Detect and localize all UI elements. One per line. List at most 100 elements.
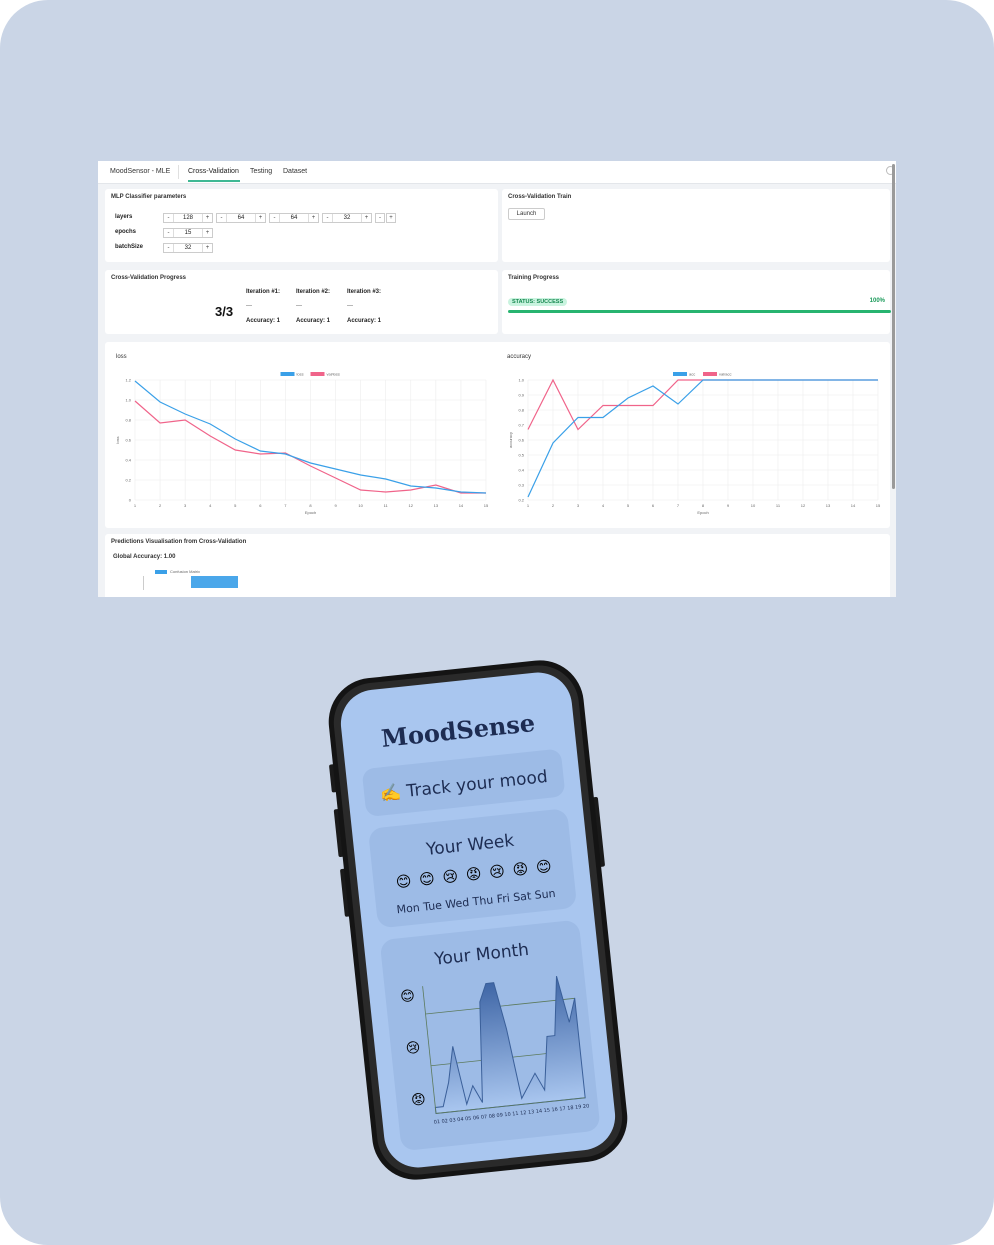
batchsize-label: batchSize [115,244,144,250]
x-tick-label: 1 [134,503,137,508]
month-x-label: 18 [567,1105,574,1112]
stepper-value[interactable]: 64 [227,214,255,222]
month-x-label: 17 [559,1106,566,1113]
charts-panel: loss 1 2 3 4 5 6 7 8 9 10 11 12 13 14 15 0 0.2 0.4 0.6 0.8 1… [105,342,890,528]
phone-mockup: MoodSense ✍️ Track your mood Your Week 😊… [328,660,628,1180]
week-emoji: 😊 [395,872,412,892]
y-tick-label: 0.3 [518,483,524,488]
x-tick-label: 10 [358,503,363,508]
iteration-1-label: Iteration #1: [246,289,281,295]
panel-title: Predictions Visualisation from Cross-Val… [111,539,247,545]
iteration-count: 3/3 [215,304,234,319]
x-tick-label: 3 [184,503,187,508]
stepper-value[interactable]: 15 [174,229,202,237]
y-tick-label: 1.0 [125,398,131,403]
y-axis-label: accuracy [508,432,513,448]
progress-bar-fill [508,310,891,313]
y-tick-label: 0.9 [518,393,524,398]
stepper-value[interactable]: 128 [174,214,202,222]
panel-title: Cross-Validation Train [508,194,572,200]
loss-chart-title: loss [116,354,127,360]
increment-button[interactable]: + [308,214,318,222]
decrement-button[interactable]: - [270,214,280,222]
increment-button[interactable]: + [255,214,265,222]
iteration-2-label: Iteration #2: [296,289,331,295]
batchsize-stepper[interactable]: - 32 + [163,243,213,253]
launch-button[interactable]: Launch [508,208,545,220]
month-x-label: 01 [433,1119,440,1126]
x-tick-label: 1 [527,503,530,508]
month-y-emoji: 😊 [400,988,416,1005]
accuracy-chart: 1 2 3 4 5 6 7 8 9 10 11 12 13 14 150.20.30.40.50.60.70… [508,372,881,516]
y-tick-label: 0.6 [125,438,131,443]
decrement-button[interactable]: - [164,214,174,222]
iteration-3-detail: --- [347,303,353,309]
decrement-button[interactable]: - [164,244,174,252]
stepper-value[interactable]: 32 [333,214,361,222]
remove-layer-button[interactable]: - [375,213,385,223]
layer-3-stepper[interactable]: - 64 + [269,213,319,223]
showcase-card: MoodSensor - MLE Cross-Validation Testin… [0,0,994,1245]
tab-testing[interactable]: Testing [250,168,272,175]
month-x-label: 16 [551,1107,558,1114]
tab-cross-validation[interactable]: Cross-Validation [188,168,239,175]
stepper-value[interactable]: 64 [280,214,308,222]
x-tick-label: 6 [259,503,262,508]
y-tick-label: 0.6 [518,438,524,443]
decrement-button[interactable]: - [164,229,174,237]
layer-1-stepper[interactable]: - 128 + [163,213,213,223]
tab-dataset[interactable]: Dataset [283,168,307,175]
iteration-1-detail: --- [246,303,252,309]
x-tick-label: 3 [577,503,580,508]
stepper-value[interactable]: 32 [174,244,202,252]
month-x-label: 07 [481,1114,488,1121]
decrement-button[interactable]: - [217,214,227,222]
x-tick-label: 13 [434,503,439,508]
app-screenshot: MoodSensor - MLE Cross-Validation Testin… [98,161,896,597]
top-navigation: MoodSensor - MLE Cross-Validation Testin… [98,161,896,184]
status-badge: STATUS: SUCCESS [508,298,568,306]
month-x-label: 15 [543,1108,550,1115]
month-x-label: 11 [512,1111,519,1118]
week-emoji: 😊 [418,869,435,889]
month-x-label: 13 [528,1109,535,1116]
epochs-label: epochs [115,229,137,235]
layer-2-stepper[interactable]: - 64 + [216,213,266,223]
scrollbar[interactable] [892,164,895,489]
panel-title: Training Progress [508,275,560,281]
legend-label: val/acc [719,372,731,377]
add-layer-button[interactable]: + [386,213,396,223]
layer-4-stepper[interactable]: - 32 + [322,213,372,223]
increment-button[interactable]: + [202,244,212,252]
epochs-stepper[interactable]: - 15 + [163,228,213,238]
increment-button[interactable]: + [202,214,212,222]
x-tick-label: 8 [702,503,705,508]
x-tick-label: 14 [459,503,464,508]
legend-swatch [673,372,687,376]
confusion-bar [191,576,238,588]
y-tick-label: 1.0 [518,378,524,383]
panel-title: MLP Classifier parameters [111,194,187,200]
training-progress-panel: Training Progress STATUS: SUCCESS 100% [502,270,891,334]
global-accuracy: Global Accuracy: 1.00 [113,554,176,560]
week-emoji: 😡 [465,864,482,884]
increment-button[interactable]: + [361,214,371,222]
month-x-label: 05 [465,1116,472,1123]
progress-bar [508,310,891,313]
x-tick-label: 4 [209,503,212,508]
increment-button[interactable]: + [202,229,212,237]
decrement-button[interactable]: - [323,214,333,222]
x-tick-label: 10 [751,503,756,508]
x-tick-label: 6 [652,503,655,508]
iteration-1-accuracy: Accuracy: 1 [246,318,281,324]
month-x-label: 19 [575,1104,582,1111]
x-tick-label: 2 [552,503,555,508]
month-x-label: 02 [441,1118,448,1125]
legend-swatch [310,372,325,376]
x-tick-label: 12 [409,503,414,508]
progress-percent: 100% [869,298,885,304]
y-tick-label: 0.5 [518,453,524,458]
x-tick-label: 11 [384,503,389,508]
confusion-axis [143,576,144,590]
mlp-parameters-panel: MLP Classifier parameters layers - 128 +… [105,189,498,262]
